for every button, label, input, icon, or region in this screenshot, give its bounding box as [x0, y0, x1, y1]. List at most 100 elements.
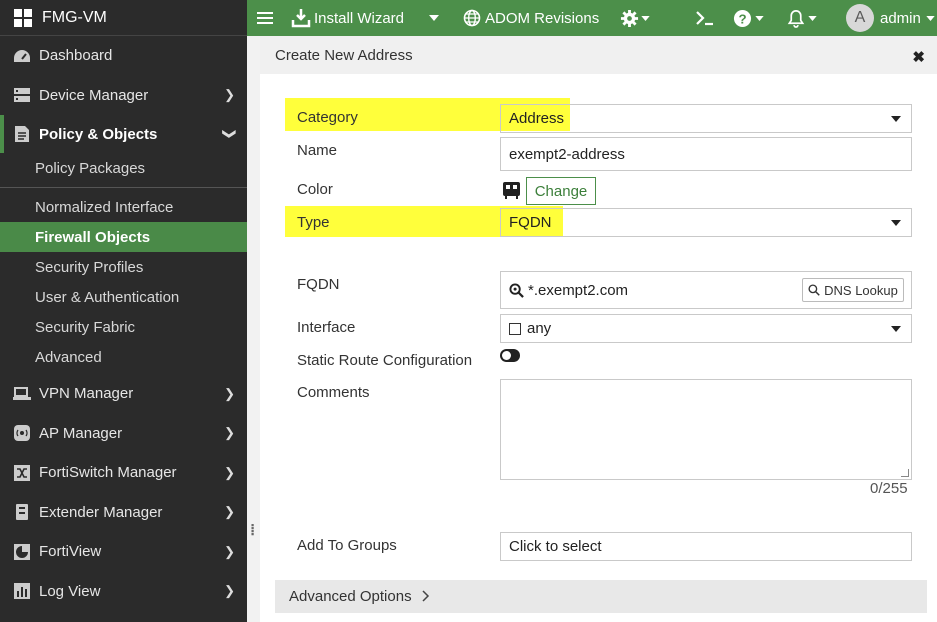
policy-objects-icon [12, 125, 32, 143]
sidebar: FMG-VM Dashboard Device Manager ❯ Policy… [0, 0, 247, 622]
sidebar-subitem-normalized-interface[interactable]: Normalized Interface [0, 192, 247, 222]
category-select[interactable]: Address [500, 104, 912, 133]
resize-handle-icon[interactable] [901, 469, 909, 477]
sidebar-item-label: Policy & Objects [39, 125, 158, 143]
groups-label: Add To Groups [297, 537, 397, 554]
sidebar-item-vpn-manager[interactable]: VPN Manager ❯ [0, 374, 247, 414]
search-icon [808, 284, 820, 296]
sidebar-subitem-security-profiles[interactable]: Security Profiles [0, 252, 247, 282]
color-swatch-icon [502, 181, 521, 199]
user-name: admin [880, 9, 921, 27]
drag-handle-icon: ▪ ▪ ▪ ▪ [251, 520, 254, 539]
advanced-options-toggle[interactable]: Advanced Options [275, 580, 927, 613]
category-value: Address [509, 110, 565, 127]
static-route-label: Static Route Configuration [297, 352, 473, 369]
interface-value: any [527, 320, 552, 337]
adom-revisions-label: ADOM Revisions [485, 9, 600, 27]
sidebar-item-label: Dashboard [39, 47, 113, 65]
sidebar-item-policy-objects[interactable]: Policy & Objects ❯ [0, 115, 247, 153]
hamburger-menu-icon[interactable] [257, 0, 273, 36]
fqdn-input[interactable]: *.exempt2.com DNS Lookup [500, 271, 912, 309]
cli-console-icon[interactable] [695, 0, 715, 36]
dialog-header: Create New Address ✖ [260, 36, 937, 74]
install-dropdown-caret-icon[interactable] [429, 0, 439, 36]
dashboard-icon [12, 47, 32, 65]
sidebar-subitem-label: Advanced [35, 348, 102, 366]
interface-label: Interface [297, 319, 356, 336]
category-label: Category [297, 109, 358, 126]
notifications-bell-icon[interactable] [787, 0, 817, 36]
sidebar-item-device-manager[interactable]: Device Manager ❯ [0, 76, 247, 116]
sidebar-subitem-user-authentication[interactable]: User & Authentication [0, 282, 247, 312]
type-label: Type [297, 214, 330, 231]
install-wizard-label: Install Wizard [314, 9, 405, 27]
sidebar-item-dashboard[interactable]: Dashboard [0, 36, 247, 76]
sidebar-subitem-label: Normalized Interface [35, 198, 174, 216]
chevron-right-icon: ❯ [224, 504, 235, 520]
install-wizard-button[interactable]: Install Wizard [291, 0, 404, 36]
ap-manager-icon [12, 424, 32, 442]
sidebar-item-ap-manager[interactable]: AP Manager ❯ [0, 414, 247, 454]
address-form: Category Address Name exempt2-address Co… [260, 74, 937, 622]
sidebar-item-label: AP Manager [39, 424, 123, 442]
log-view-icon [12, 582, 32, 600]
adom-revisions-button[interactable]: ADOM Revisions [463, 0, 599, 36]
dialog-title: Create New Address [275, 46, 413, 64]
sidebar-item-fortiview[interactable]: FortiView ❯ [0, 532, 247, 572]
sidebar-subitem-label: Policy Packages [35, 159, 146, 177]
comments-textarea[interactable] [500, 379, 912, 480]
name-label: Name [297, 142, 338, 159]
color-label: Color [297, 181, 333, 198]
globe-icon [463, 9, 481, 27]
settings-gear-icon[interactable] [620, 0, 650, 36]
sidebar-item-log-view[interactable]: Log View ❯ [0, 572, 247, 612]
name-value: exempt2-address [509, 145, 625, 163]
brand-name: FMG-VM [42, 8, 107, 26]
sidebar-subitem-policy-packages[interactable]: Policy Packages [0, 153, 247, 183]
brand[interactable]: FMG-VM [0, 0, 247, 36]
name-input[interactable]: exempt2-address [500, 137, 912, 171]
fortiswitch-icon [12, 464, 32, 482]
sidebar-subitem-security-fabric[interactable]: Security Fabric [0, 312, 247, 342]
chevron-right-icon: ❯ [224, 464, 235, 480]
top-bar: Install Wizard ADOM Revisions ? A admin [247, 0, 937, 36]
device-manager-icon [12, 86, 32, 104]
sidebar-item-label: Device Manager [39, 86, 149, 104]
sidebar-item-label: FortiView [39, 543, 102, 561]
sidebar-subitem-advanced[interactable]: Advanced [0, 342, 247, 372]
fqdn-label: FQDN [297, 276, 340, 293]
extender-icon [12, 503, 32, 521]
fortinet-logo-icon [14, 8, 32, 27]
interface-select[interactable]: any [500, 314, 912, 343]
pane-splitter[interactable]: ▪ ▪ ▪ ▪ [247, 36, 260, 622]
vpn-manager-icon [12, 385, 32, 403]
dns-lookup-label: DNS Lookup [824, 282, 898, 298]
static-route-toggle[interactable] [500, 349, 520, 362]
groups-select[interactable]: Click to select [500, 532, 912, 561]
sidebar-item-fortiswitch-manager[interactable]: FortiSwitch Manager ❯ [0, 453, 247, 493]
divider [0, 187, 247, 188]
help-icon[interactable]: ? [733, 0, 764, 36]
chevron-right-icon [422, 589, 430, 605]
dns-lookup-button[interactable]: DNS Lookup [802, 278, 904, 302]
user-menu[interactable]: A admin [846, 0, 935, 36]
chevron-right-icon: ❯ [224, 583, 235, 599]
interface-checkbox-icon [509, 322, 521, 335]
chevron-right-icon: ❯ [224, 425, 235, 441]
sidebar-item-label: Log View [39, 582, 101, 600]
sidebar-subitem-label: User & Authentication [35, 288, 180, 306]
change-color-button[interactable]: Change [526, 177, 596, 205]
sidebar-item-extender-manager[interactable]: Extender Manager ❯ [0, 493, 247, 533]
sidebar-subitem-firewall-objects[interactable]: Firewall Objects [0, 222, 247, 252]
chevron-right-icon: ❯ [224, 543, 235, 559]
advanced-options-label: Advanced Options [289, 588, 412, 605]
sidebar-item-label: VPN Manager [39, 385, 134, 403]
avatar: A [846, 4, 874, 32]
chevron-down-icon: ❯ [222, 128, 238, 140]
fqdn-value: *.exempt2.com [528, 281, 629, 299]
close-icon[interactable]: ✖ [912, 48, 925, 66]
sidebar-item-label: Extender Manager [39, 503, 163, 521]
sidebar-item-label: FortiSwitch Manager [39, 464, 177, 482]
type-select[interactable]: FQDN [500, 208, 912, 237]
svg-text:?: ? [738, 11, 746, 26]
